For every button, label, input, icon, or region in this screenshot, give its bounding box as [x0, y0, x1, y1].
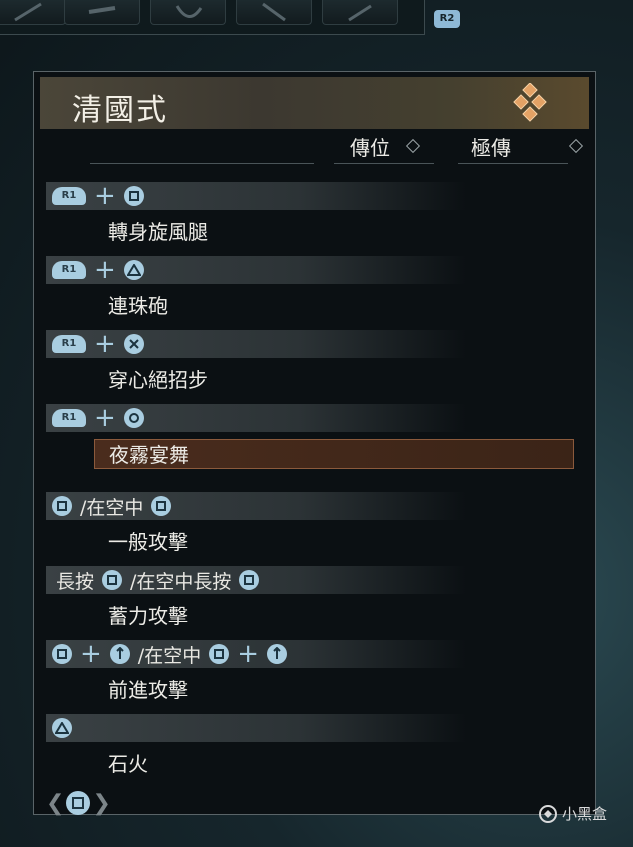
watermark-text: 小黑盒: [562, 805, 608, 823]
r1-button-icon: R1: [52, 261, 86, 279]
equipment-slot-bar: [0, 0, 425, 35]
plus-icon: +: [80, 639, 102, 669]
weapon-icon: [348, 4, 372, 22]
square-button-icon[interactable]: [66, 791, 91, 815]
r1-button-icon: R1: [52, 335, 86, 353]
equipment-slot[interactable]: [236, 0, 312, 25]
plus-icon: +: [237, 639, 259, 669]
r1-button-icon: R1: [52, 409, 86, 427]
triangle-button-icon: [123, 260, 144, 280]
move-name[interactable]: 一般攻擊: [94, 527, 574, 557]
move-name-selected[interactable]: 夜霧宴舞: [94, 439, 574, 469]
move-input: R1 +: [46, 330, 466, 358]
move-input: 長按 /在空中長按: [46, 566, 466, 594]
move-input: R1 +: [46, 256, 466, 284]
circle-button-icon: [123, 408, 144, 428]
tab-bar: 傳位 極傳: [34, 132, 595, 164]
input-text: /在空中: [80, 496, 144, 519]
diamond-icon: [405, 138, 421, 154]
triangle-button-icon: [52, 718, 72, 738]
page-title: 清國式: [72, 93, 168, 128]
move-name[interactable]: 穿心絕招步: [94, 365, 574, 395]
plus-icon: +: [94, 181, 116, 211]
square-button-icon: [52, 644, 72, 664]
plus-icon: +: [94, 255, 116, 285]
left-stick-icon: [109, 644, 130, 664]
martial-art-panel: 清國式 傳位 極傳 R1 + 轉身旋風腿 R1 + 連珠砲 R1 + 穿心絕招步…: [33, 71, 596, 816]
square-button-icon: [151, 496, 172, 516]
page-navigation: ❮ ❯: [46, 790, 111, 816]
divider: [334, 163, 434, 164]
cross-button-icon: [123, 334, 144, 354]
move-name[interactable]: 石火: [94, 749, 574, 779]
move-input: + /在空中 +: [46, 640, 466, 668]
divider: [458, 163, 568, 164]
square-button-icon: [239, 570, 260, 590]
input-text: 長按: [56, 570, 95, 593]
move-input: R1 +: [46, 404, 466, 432]
equipment-slot[interactable]: [64, 0, 140, 25]
heybox-logo-icon: [539, 804, 557, 823]
square-button-icon: [123, 186, 144, 206]
tab-inheritance[interactable]: 傳位: [350, 132, 390, 161]
r1-button-icon: R1: [52, 187, 86, 205]
equipment-slot[interactable]: [0, 0, 66, 25]
tab-ultimate[interactable]: 極傳: [471, 132, 511, 161]
input-text: /在空中長按: [130, 570, 232, 593]
equipment-slot[interactable]: [150, 0, 226, 25]
plus-icon: +: [94, 329, 116, 359]
plus-icon: +: [94, 403, 116, 433]
equipment-slot[interactable]: [322, 0, 398, 25]
move-name[interactable]: 前進攻擊: [94, 675, 574, 705]
divider: [90, 163, 314, 164]
square-button-icon: [102, 570, 123, 590]
r2-button-hint: R2: [434, 10, 460, 28]
left-stick-icon: [267, 644, 287, 664]
move-name[interactable]: 轉身旋風腿: [94, 217, 574, 247]
weapon-icon: [88, 6, 116, 14]
square-button-icon: [52, 496, 72, 516]
square-button-icon: [209, 644, 230, 664]
weapon-icon: [262, 2, 286, 22]
move-name[interactable]: 連珠砲: [94, 291, 574, 321]
weapon-icon: [175, 5, 203, 18]
chevron-right-icon[interactable]: ❯: [92, 791, 110, 816]
diamond-icon: [568, 138, 584, 154]
move-input: [46, 714, 466, 742]
style-emblem-icon: [513, 83, 547, 122]
move-name[interactable]: 蓄力攻擊: [94, 601, 574, 631]
watermark: 小黑盒: [538, 803, 607, 824]
panel-header: 清國式: [40, 77, 589, 129]
move-input: R1 +: [46, 182, 466, 210]
chevron-left-icon[interactable]: ❮: [46, 791, 64, 816]
input-text: /在空中: [137, 644, 202, 667]
move-input: /在空中: [46, 492, 466, 520]
weapon-icon: [14, 2, 42, 22]
